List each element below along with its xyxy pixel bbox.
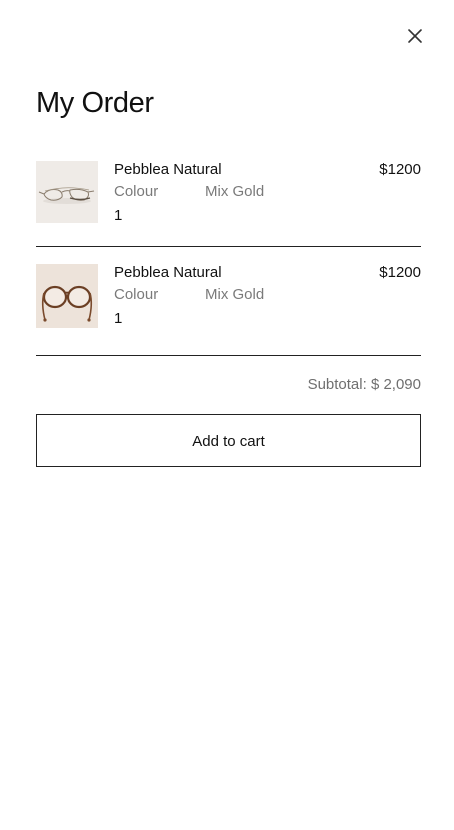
product-image[interactable]	[36, 161, 98, 223]
eyeglasses-tortoise-round-icon	[36, 264, 98, 328]
add-to-cart-button[interactable]: Add to cart	[36, 414, 421, 467]
item-attribute-label: Colour	[114, 286, 159, 303]
close-button[interactable]	[404, 25, 426, 47]
subtotal: Subtotal: $ 2,090	[307, 376, 421, 393]
item-attribute-label: Colour	[114, 183, 159, 200]
item-quantity: 1	[114, 310, 123, 327]
eyeglasses-gold-aviator-icon	[36, 161, 98, 223]
close-icon	[408, 29, 422, 43]
product-image[interactable]	[36, 264, 98, 328]
order-item: Pebblea Natural $1200 Colour Mix Gold 1	[36, 161, 421, 247]
item-name[interactable]: Pebblea Natural	[114, 161, 222, 179]
item-attribute-value: Mix Gold	[205, 286, 265, 303]
order-item: Pebblea Natural $1200 Colour Mix Gold 1	[36, 264, 421, 356]
item-attribute-value: Mix Gold	[205, 183, 265, 200]
item-name[interactable]: Pebblea Natural	[114, 264, 222, 282]
item-price: $1200	[379, 264, 421, 281]
item-quantity: 1	[114, 207, 123, 224]
item-price: $1200	[379, 161, 421, 178]
page-title: My Order	[36, 87, 154, 119]
